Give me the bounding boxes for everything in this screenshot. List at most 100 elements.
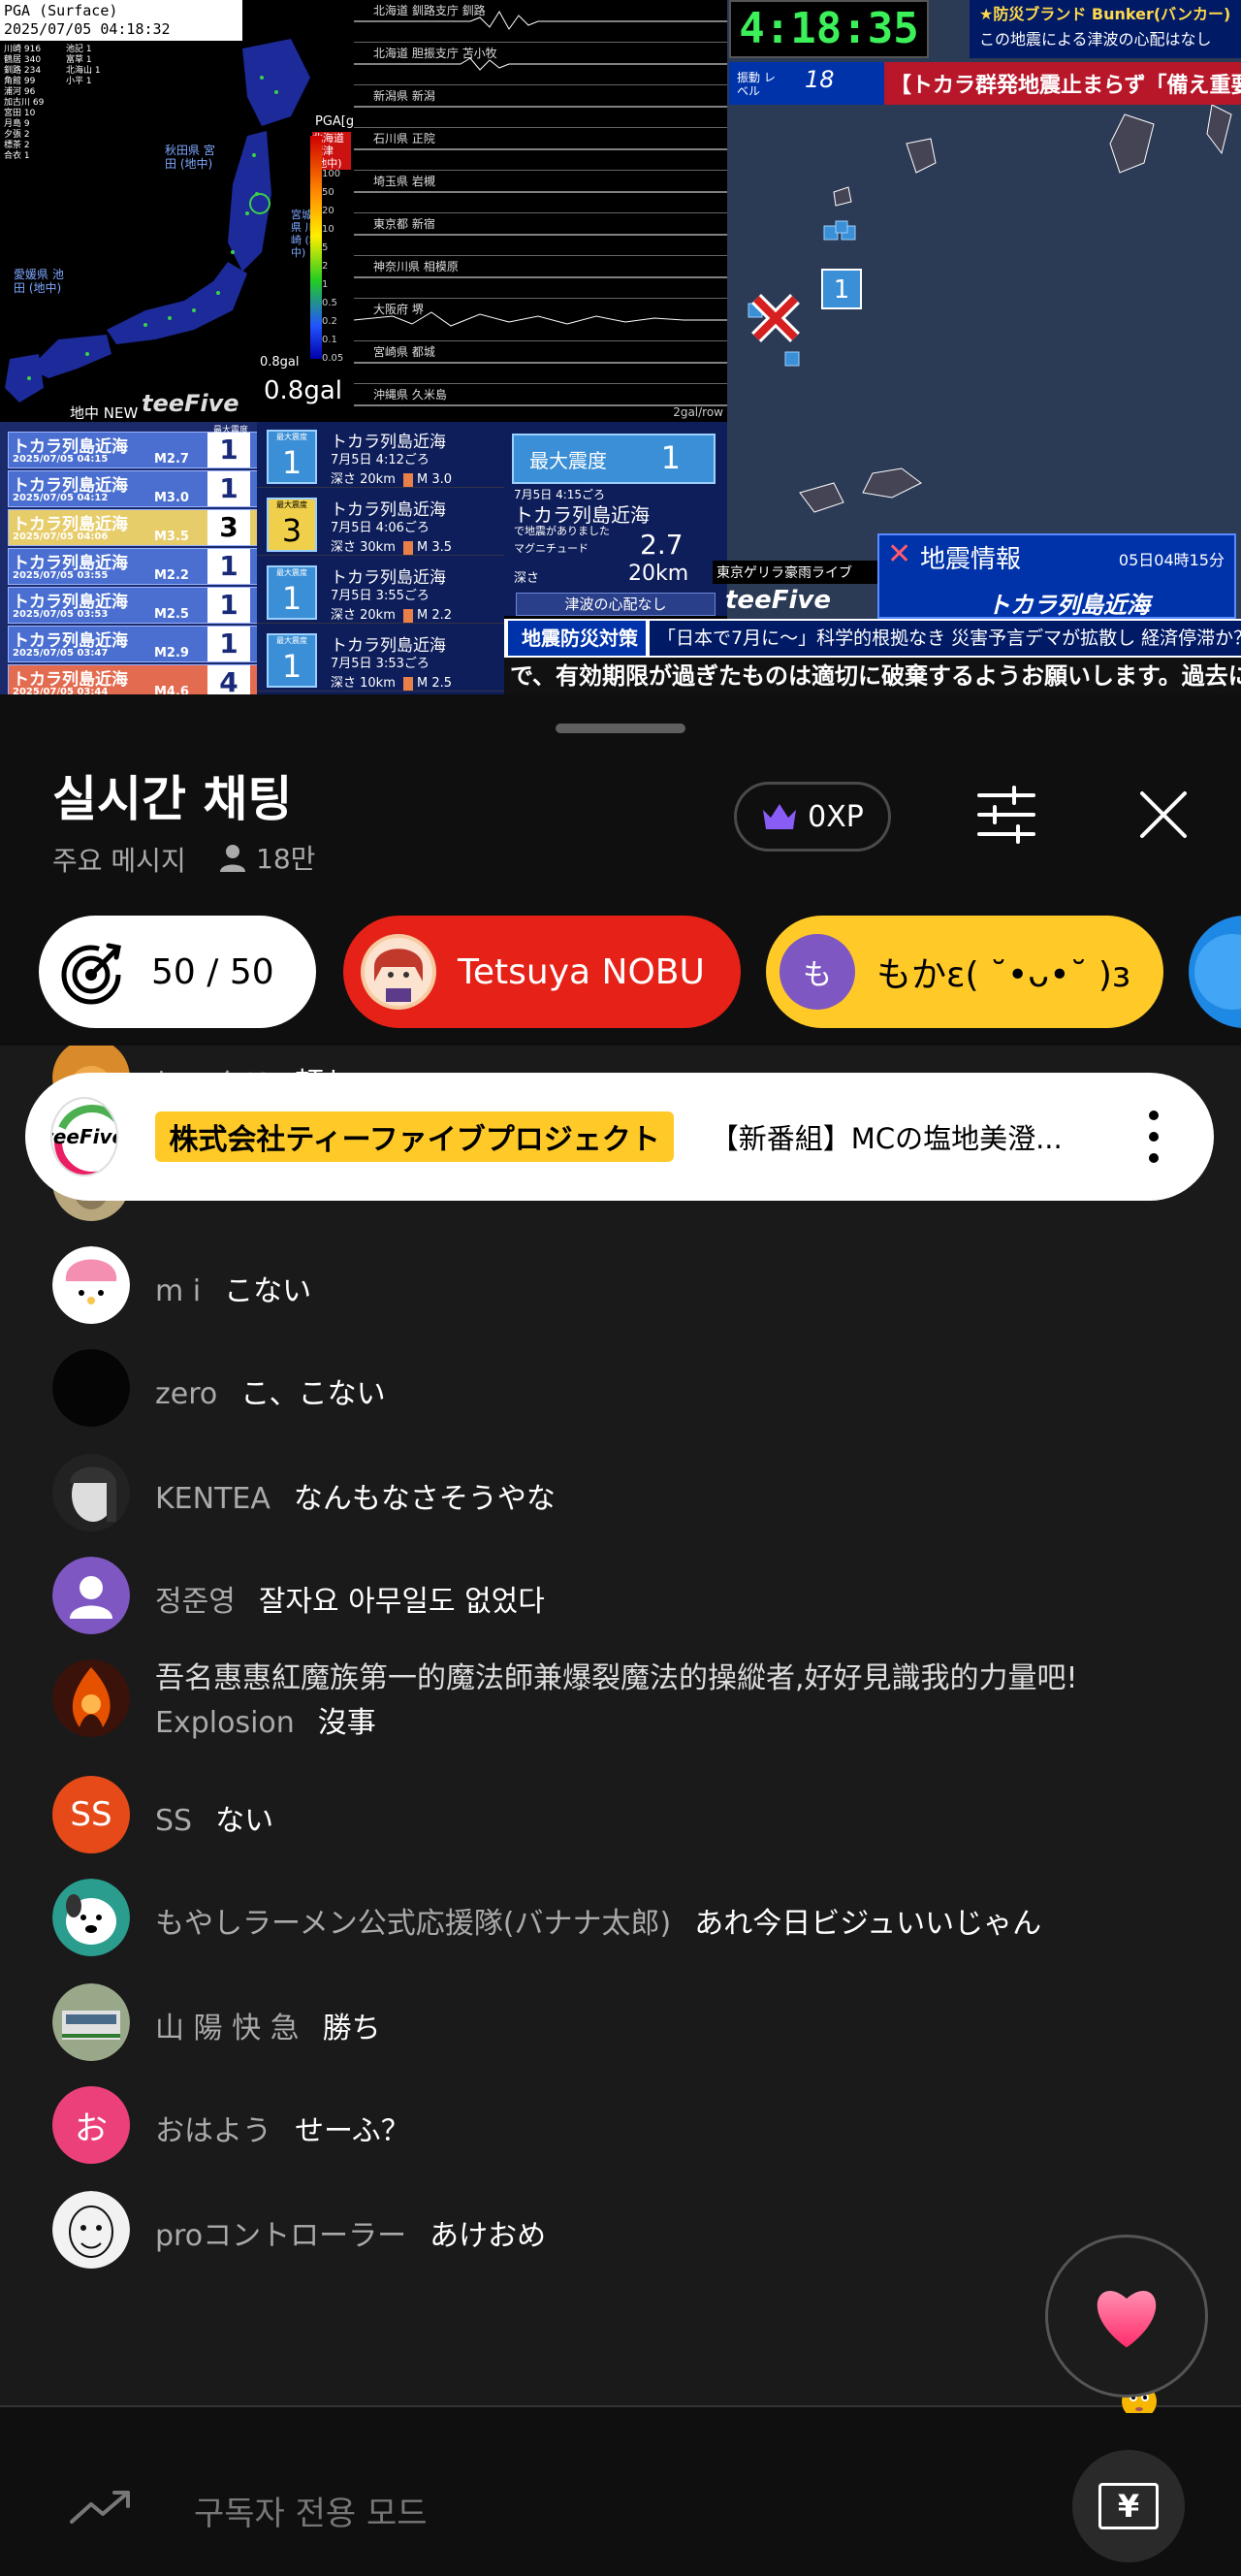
intensity-badge-value: 1 (281, 648, 302, 685)
depth-marker (403, 676, 414, 691)
close-button[interactable] (1125, 776, 1202, 853)
author-avatar[interactable] (52, 1454, 130, 1531)
eq-datetime: 2025/07/05 04:06 (13, 531, 109, 542)
message-body: proコントローラー あけおめ (155, 2211, 546, 2254)
author-avatar[interactable] (52, 1246, 130, 1324)
scale-value: 0.2 (322, 316, 337, 327)
eq-detail-row: 最大震度 3 トカラ列島近海 7月5日 4:06ごろ 深さ 30km M 3.5 (257, 490, 504, 556)
more-vert-icon[interactable] (1148, 1110, 1160, 1164)
bunker-title: ★防災ブランド Bunker(バンカー) (979, 5, 1231, 23)
message-text: なんもなさそうやな (293, 1482, 556, 1516)
author-avatar[interactable] (52, 1879, 130, 1956)
station-count: 北海山 1 (66, 66, 101, 76)
eq-datetime: 2025/07/05 03:55 (13, 570, 109, 581)
intensity-badge-value: 3 (281, 512, 302, 549)
message-body: SS ない (155, 1796, 273, 1839)
news-headline: 【トカラ群発地震止まらず「備え重要」】 (884, 62, 1241, 105)
detail-depth: 深さ 30km (331, 540, 396, 555)
author-avatar[interactable] (52, 1983, 130, 2061)
chat-message[interactable]: もやしラーメン公式応援隊(バナナ太郎) あれ今日ビジュいいじゃん (0, 1856, 1241, 1959)
chat-message[interactable]: SS SS ない (0, 1754, 1241, 1856)
author-avatar[interactable]: お (52, 2086, 130, 2164)
depth-marker (403, 608, 414, 623)
earthquake-detail-list: 最大震度 1 トカラ列島近海 7月5日 4:12ごろ 深さ 20km M 3.0 最大震度… (257, 422, 504, 694)
super-chat-button[interactable]: ¥ (1072, 2450, 1185, 2562)
detail-time: 7月5日 4:12ごろ (331, 453, 430, 467)
detail-time: 7月5日 3:53ごろ (331, 657, 430, 671)
message-body: zero こ、こない (155, 1369, 386, 1412)
xp-button[interactable]: 0XP (734, 782, 891, 852)
eq-magnitude: M2.9 (154, 646, 189, 660)
pinned-message[interactable]: teeFive 株式会社ティーファイブプロジェクト 【新番組】MCの塩地美澄..… (25, 1073, 1214, 1201)
supporter-pill[interactable] (1189, 916, 1241, 1028)
subscriber-only-mode: 구독자 전용 모드 (194, 2495, 428, 2533)
vibration-level: 振動 レベル 18 (729, 62, 884, 105)
message-text: 沒事 (317, 1706, 376, 1740)
supporter-pills-row: 50 / 50 Tetsuya NOBU も もかε( ˘•ᴗ•˘ )з (0, 902, 1241, 1030)
chat-message[interactable]: おおはよう せーふ？ (0, 2064, 1241, 2167)
chat-message[interactable]: zero こ、こない (0, 1327, 1241, 1430)
broadcast-clock: 4:18:35 (729, 0, 929, 58)
goal-pill[interactable]: 50 / 50 (39, 916, 316, 1028)
chat-message[interactable]: 정준영 잘자요 아무일도 없었다 (0, 1534, 1241, 1637)
chat-message[interactable]: m i こない (0, 1224, 1241, 1327)
supporter-name: もかε( ˘•ᴗ•˘ )з (876, 955, 1131, 995)
viewer-count: 18만 (217, 838, 315, 877)
station-count: 角館 99 (4, 77, 36, 86)
drag-handle[interactable] (556, 724, 685, 733)
settings-sliders-button[interactable] (968, 776, 1045, 853)
eq-magnitude: M2.2 (154, 568, 189, 583)
message-author: proコントローラー (155, 2219, 407, 2253)
trending-icon[interactable] (68, 2489, 136, 2528)
pga-title-text: PGA (Surface) (4, 2, 118, 19)
eq-intensity: 1 (207, 471, 250, 506)
message-author: 山 陽 快 急 (155, 2012, 300, 2045)
vibration-level-value: 18 (805, 66, 835, 93)
chat-message-list[interactable]: teeFive 株式会社ティーファイブプロジェクト 【新番組】MCの塩地美澄..… (0, 1046, 1241, 2413)
message-text: あれ今日ビジュいいじゃん (694, 1907, 1042, 1941)
viewer-count-value: 18만 (256, 843, 316, 875)
epicenter-map: 1 (727, 105, 1241, 531)
video-player[interactable]: PGA (Surface) 2025/07/05 04:18:32 川崎 916… (0, 0, 1241, 694)
author-avatar[interactable] (52, 2191, 130, 2269)
scale-value: 0.05 (322, 353, 344, 364)
message-body: 吾名惠惠紅魔族第一的魔法師兼爆裂魔法的操縱者,好好見識我的力量吧! Explosi… (155, 1657, 1115, 1746)
crown-icon (763, 804, 797, 829)
detail-depth: 深さ 20km (331, 608, 396, 623)
detail-magnitude: M 3.0 (417, 472, 453, 487)
message-text: せーふ？ (295, 2114, 410, 2148)
eq-magnitude: M3.0 (154, 491, 189, 505)
detail-magnitude: M 2.2 (417, 608, 453, 623)
chat-message[interactable]: 吾名惠惠紅魔族第一的魔法師兼爆裂魔法的操縱者,好好見識我的力量吧! Explosi… (0, 1637, 1241, 1740)
station-counts: 川崎 916 鶴居 340 釧路 234 角館 99 浦河 96 加古川 69 … (4, 45, 44, 162)
supporter-avatar (361, 934, 436, 1010)
intensity-badge-label: 最大震度 (276, 568, 307, 577)
waveform-traces (354, 11, 727, 406)
supporter-pill[interactable]: も もかε( ˘•ᴗ•˘ )з (766, 916, 1163, 1028)
gal-small-label: 0.8gal (260, 355, 300, 370)
author-avatar[interactable]: SS (52, 1776, 130, 1853)
heart-icon (1097, 2291, 1157, 2348)
station-counts-right: 池記 1 富草 1 北海山 1 小平 1 (66, 45, 101, 87)
chat-message[interactable]: 山 陽 快 急勝ち (0, 1961, 1241, 2064)
map-intensity-marker: 1 (834, 275, 850, 305)
chat-filter-label[interactable]: 주요 메시지 (52, 840, 186, 879)
detail-info: 深さ 10km M 2.5 (331, 672, 452, 691)
pinned-text: 【新番組】MCの塩地美澄... (710, 1122, 1063, 1155)
heart-reaction-button[interactable] (1045, 2235, 1208, 2398)
author-avatar[interactable] (52, 1349, 130, 1427)
station-count: 月島 9 (4, 119, 30, 129)
chat-message[interactable]: KENTEA なんもなさそうやな (0, 1432, 1241, 1534)
supporter-pill[interactable]: Tetsuya NOBU (343, 916, 741, 1028)
eq-datetime: 2025/07/05 03:47 (13, 648, 109, 659)
yen-icon: ¥ (1098, 2483, 1159, 2529)
wave-scale-label: 2gal/row (673, 405, 723, 419)
max-note: で地震がありました (514, 525, 610, 537)
author-avatar[interactable] (52, 1659, 130, 1737)
intensity-badge-value: 1 (281, 580, 302, 617)
chat-message[interactable]: proコントローラー あけおめ (0, 2169, 1241, 2271)
new-label: 地中 NEW (70, 404, 139, 422)
station-count: 川崎 916 (4, 45, 42, 54)
author-avatar[interactable] (52, 1557, 130, 1634)
pinned-avatar-text: teeFive (52, 1125, 116, 1148)
